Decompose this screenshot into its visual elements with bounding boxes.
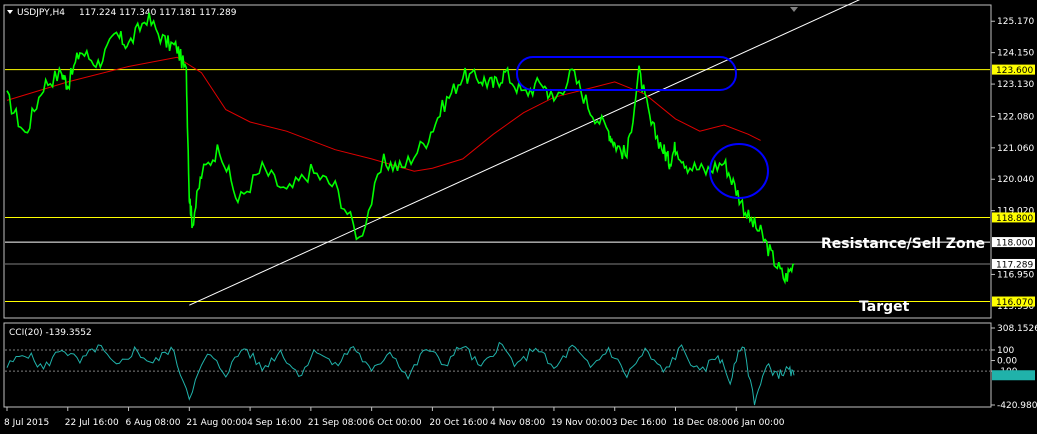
cci-tick-label: -420.9801	[997, 401, 1037, 411]
price-tick-label: 125.170	[997, 17, 1034, 27]
time-tick-label: 22 Jul 16:00	[65, 418, 119, 428]
time-tick-label: 3 Dec 16:00	[612, 418, 667, 428]
time-tick-label: 20 Oct 16:00	[429, 418, 488, 428]
time-tick-label: 6 Aug 08:00	[126, 418, 181, 428]
time-tick-label: 18 Dec 08:00	[672, 418, 733, 428]
time-tick-label: 6 Jan 00:00	[733, 418, 785, 428]
symbol-label: USDJPY,H4	[17, 8, 65, 18]
cci-tick-label: 308.1526	[997, 324, 1037, 334]
price-tick-label: 116.950	[997, 270, 1034, 280]
time-tick-label: 6 Oct 00:00	[369, 418, 422, 428]
price-tick-label: 121.060	[997, 144, 1034, 154]
ohlc-readout: 117.224 117.340 117.181 117.289	[79, 8, 237, 18]
time-tick-label: 21 Sep 08:00	[308, 418, 368, 428]
time-tick-label: 8 Jul 2015	[4, 418, 49, 428]
chart-canvas: USDJPY,H4 117.224 117.340 117.181 117.28…	[0, 0, 1037, 434]
level-label: 123.600	[996, 66, 1033, 76]
price-tick-label: 124.150	[997, 49, 1034, 59]
cci-title: CCI(20) -139.3552	[9, 328, 92, 338]
time-tick-label: 21 Aug 00:00	[186, 418, 247, 428]
cci-tick-label: 0.00	[997, 357, 1017, 367]
cci-value-box	[992, 370, 1035, 381]
time-tick-label: 4 Nov 08:00	[490, 418, 545, 428]
price-tick-label: 120.040	[997, 175, 1034, 185]
target-label: Target	[859, 299, 910, 315]
price-tick-label: 122.080	[997, 112, 1034, 122]
time-tick-label: 19 Nov 00:00	[551, 418, 612, 428]
level-label: 118.000	[996, 239, 1033, 249]
level-label: 118.800	[996, 214, 1033, 224]
level-label: 116.070	[996, 298, 1033, 308]
price-tick-label: 123.130	[997, 80, 1034, 90]
level-label: 117.289	[996, 260, 1033, 270]
time-tick-label: 4 Sep 16:00	[247, 418, 302, 428]
cci-tick-label: 100	[997, 346, 1014, 356]
resistance-label: Resistance/Sell Zone	[821, 236, 985, 252]
